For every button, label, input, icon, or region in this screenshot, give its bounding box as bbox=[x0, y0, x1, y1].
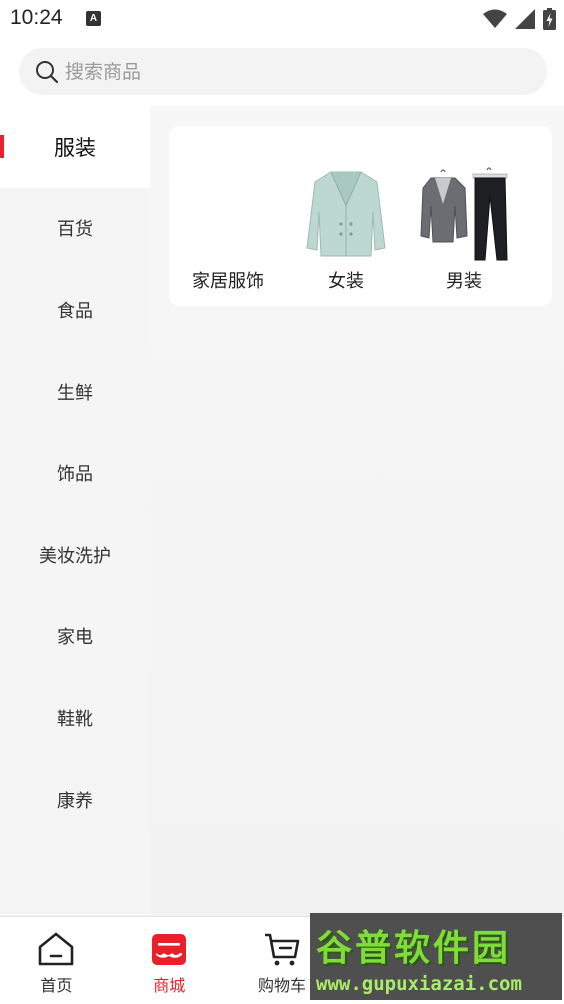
mint-blazer-image bbox=[306, 171, 386, 257]
home-icon bbox=[38, 932, 74, 966]
sidebar-item-label: 百货 bbox=[57, 219, 93, 241]
watermark-overlay: 谷普软件园 www.gupuxiazai.com bbox=[310, 913, 562, 1000]
watermark-title: 谷普软件园 bbox=[316, 928, 512, 969]
gray-suit-image bbox=[420, 167, 508, 261]
watermark-url: www.gupuxiazai.com bbox=[316, 973, 522, 995]
category-sidebar: 服装 百货 食品 生鲜 饰品 美妆洗护 家电 鞋靴 康养 bbox=[0, 106, 150, 916]
status-icons bbox=[483, 8, 556, 30]
sidebar-item-accessories[interactable]: 饰品 bbox=[0, 432, 150, 514]
sidebar-item-clothing[interactable]: 服装 bbox=[0, 106, 150, 188]
signal-icon bbox=[515, 9, 535, 29]
sidebar-item-label: 服装 bbox=[54, 135, 96, 160]
subcategory-womens[interactable]: 女装 bbox=[287, 126, 405, 306]
sidebar-item-shoes[interactable]: 鞋靴 bbox=[0, 677, 150, 759]
tab-label: 商城 bbox=[153, 976, 186, 995]
subcategory-mens[interactable]: 男装 bbox=[405, 126, 523, 306]
status-bar: 10:24 A bbox=[0, 0, 564, 38]
sidebar-item-appliances[interactable]: 家电 bbox=[0, 596, 150, 678]
battery-icon bbox=[543, 8, 556, 30]
sidebar-item-label: 鞋靴 bbox=[57, 708, 93, 730]
sidebar-item-beauty[interactable]: 美妆洗护 bbox=[0, 514, 150, 596]
search-bar[interactable] bbox=[19, 48, 547, 95]
sidebar-item-food[interactable]: 食品 bbox=[0, 269, 150, 351]
subcategory-label: 男装 bbox=[446, 271, 482, 292]
sidebar-item-label: 饰品 bbox=[57, 464, 93, 486]
status-time: 10:24 bbox=[10, 6, 63, 29]
category-content: 家居服饰 女装 男装 bbox=[150, 106, 564, 916]
search-icon bbox=[36, 61, 59, 84]
subcategory-home-wear[interactable]: 家居服饰 bbox=[169, 126, 287, 306]
sidebar-item-label: 美妆洗护 bbox=[39, 545, 111, 567]
sidebar-item-fresh[interactable]: 生鲜 bbox=[0, 351, 150, 433]
sidebar-item-label: 康养 bbox=[57, 790, 93, 812]
sidebar-item-label: 生鲜 bbox=[57, 382, 93, 404]
notification-a-icon: A bbox=[86, 11, 101, 26]
wifi-icon bbox=[483, 9, 507, 28]
tab-shop[interactable]: 商城 bbox=[113, 917, 226, 1004]
subcategory-label: 女装 bbox=[328, 271, 364, 292]
subcategory-card: 家居服饰 女装 男装 bbox=[169, 126, 552, 306]
sidebar-item-label: 食品 bbox=[57, 300, 93, 322]
subcategory-image-empty bbox=[183, 166, 273, 262]
tab-label: 首页 bbox=[40, 976, 73, 995]
shop-icon bbox=[151, 934, 186, 965]
sidebar-item-wellness[interactable]: 康养 bbox=[0, 759, 150, 841]
search-input[interactable] bbox=[65, 48, 525, 95]
sidebar-item-general-goods[interactable]: 百货 bbox=[0, 188, 150, 270]
tab-home[interactable]: 首页 bbox=[0, 917, 113, 1004]
cart-icon bbox=[264, 933, 299, 966]
subcategory-label: 家居服饰 bbox=[192, 271, 264, 292]
sidebar-item-label: 家电 bbox=[57, 627, 93, 649]
